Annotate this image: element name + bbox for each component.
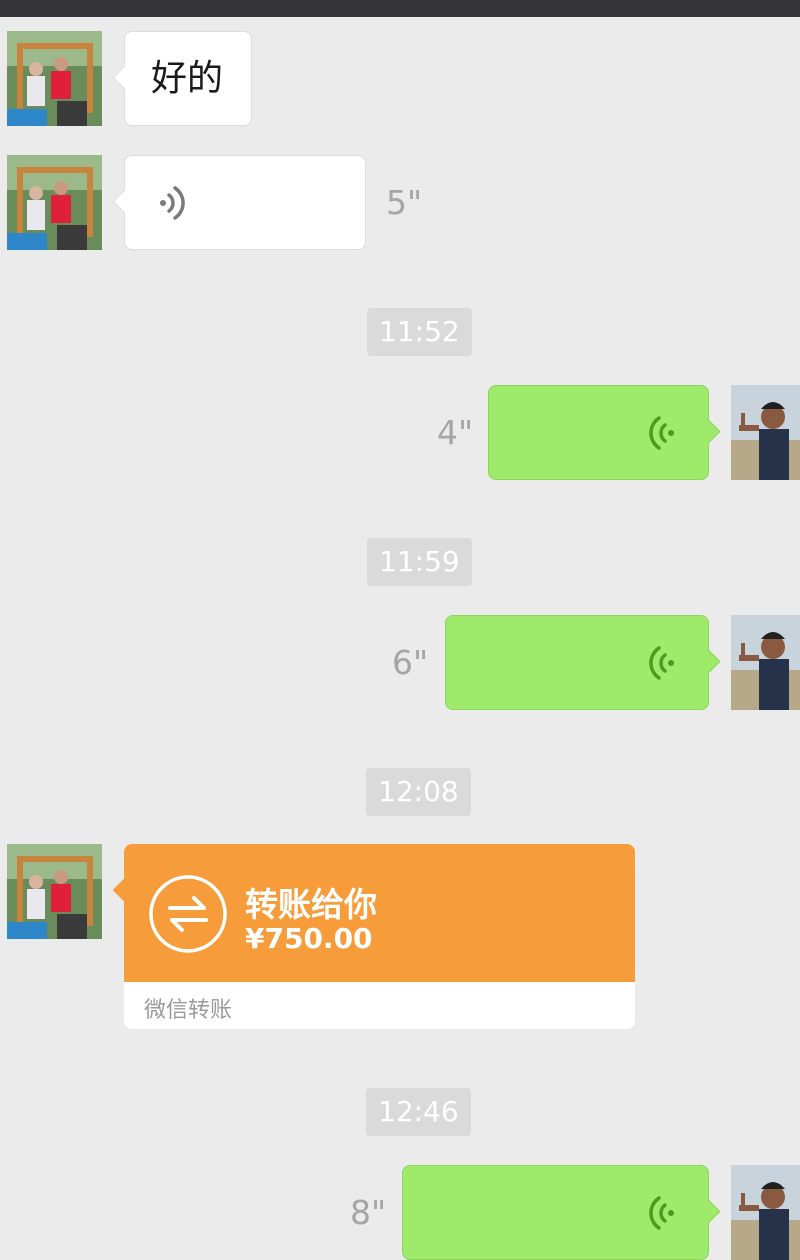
message-row: 8" bbox=[0, 1165, 800, 1260]
message-row: 5" bbox=[0, 155, 800, 250]
timestamp: 12:08 bbox=[366, 768, 471, 816]
voice-bubble[interactable] bbox=[488, 385, 721, 480]
voice-bubble[interactable] bbox=[445, 615, 721, 710]
contact-avatar[interactable] bbox=[7, 155, 102, 250]
voice-wave-icon bbox=[160, 186, 185, 220]
self-avatar[interactable] bbox=[731, 385, 800, 480]
transfer-amount: ¥750.00 bbox=[245, 922, 373, 955]
self-avatar[interactable] bbox=[731, 615, 800, 710]
voice-duration: 5" bbox=[386, 183, 423, 222]
voice-bubble[interactable] bbox=[112, 155, 366, 250]
voice-wave-icon bbox=[649, 646, 674, 680]
contact-avatar[interactable] bbox=[7, 844, 102, 939]
message-row: 好的 bbox=[0, 31, 800, 126]
timestamp: 11:52 bbox=[367, 308, 472, 356]
transfer-footer: 微信转账 bbox=[144, 998, 233, 1023]
message-row: 6" bbox=[0, 615, 800, 710]
text-bubble[interactable]: 好的 bbox=[112, 31, 252, 126]
message-text: 好的 bbox=[151, 58, 224, 99]
voice-duration: 4" bbox=[437, 413, 474, 452]
voice-duration: 6" bbox=[392, 643, 429, 682]
voice-wave-icon bbox=[649, 416, 674, 450]
transfer-card-header: 转账给你 ¥750.00 bbox=[124, 844, 635, 982]
contact-avatar[interactable] bbox=[7, 31, 102, 126]
timestamp: 12:46 bbox=[366, 1088, 471, 1136]
transfer-arrows-icon bbox=[149, 875, 227, 953]
status-bar bbox=[0, 0, 800, 17]
timestamp: 11:59 bbox=[367, 538, 472, 586]
voice-duration: 8" bbox=[350, 1193, 387, 1232]
voice-bubble[interactable] bbox=[402, 1165, 721, 1260]
voice-wave-icon bbox=[649, 1196, 674, 1230]
transfer-card[interactable]: 转账给你 ¥750.00 微信转账 bbox=[112, 844, 635, 1029]
message-row: 4" bbox=[0, 385, 800, 480]
transfer-title: 转账给你 bbox=[245, 885, 377, 924]
self-avatar[interactable] bbox=[731, 1165, 800, 1260]
